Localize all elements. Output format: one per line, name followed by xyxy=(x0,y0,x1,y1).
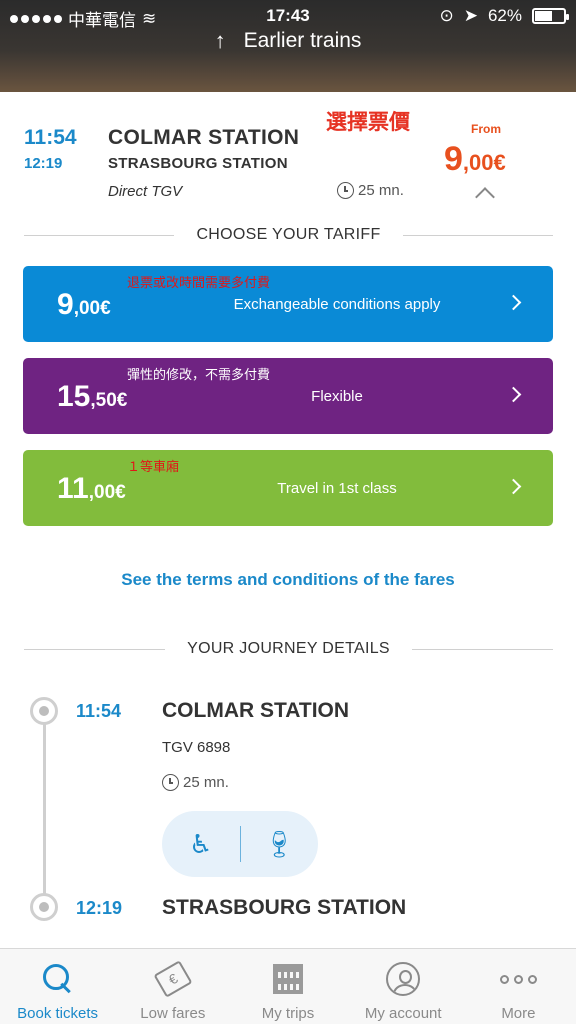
tab-book-tickets[interactable]: Book tickets xyxy=(0,949,115,1024)
arrival-time: 12:19 xyxy=(24,155,63,172)
clock-icon xyxy=(337,182,354,199)
tariff-description: Travel in 1st class xyxy=(277,480,397,497)
more-icon xyxy=(499,974,537,984)
timeline-line xyxy=(43,722,46,904)
earlier-trains-label: Earlier trains xyxy=(243,29,362,52)
journey-arrival-station: STRASBOURG STATION xyxy=(162,896,407,919)
wine-glass-icon: 🍷︎ xyxy=(262,828,296,859)
chevron-right-icon xyxy=(505,478,522,495)
tariff-price-dec: ,00€ xyxy=(88,482,126,503)
tariff-description: Flexible xyxy=(311,388,363,405)
tab-more[interactable]: More xyxy=(461,949,576,1024)
top-bar: 中華電信 ≋ 17:43 ⊙ ➤ 62% ↑ Earlier trains xyxy=(0,0,576,92)
tariff-price: 15,50€ xyxy=(57,380,127,414)
arrow-up-icon: ↑ xyxy=(214,28,226,53)
tariff-price: 11,00€ xyxy=(57,472,126,506)
duration-label: 25 mn. xyxy=(358,182,404,199)
lowest-price-dec: ,00€ xyxy=(462,150,506,175)
tab-label: My trips xyxy=(261,1005,315,1022)
location-icon: ➤ xyxy=(463,6,478,25)
tariff-price-int: 15 xyxy=(57,380,91,413)
service-type: Direct TGV xyxy=(108,183,183,200)
collapse-chevron-icon[interactable] xyxy=(475,187,495,207)
chevron-right-icon xyxy=(505,386,522,403)
tariff-price-dec: ,50€ xyxy=(90,390,128,411)
terms-link[interactable]: See the terms and conditions of the fare… xyxy=(0,570,576,590)
status-bar: 中華電信 ≋ 17:43 ⊙ ➤ 62% xyxy=(0,6,576,30)
train-number: TGV 6898 xyxy=(162,739,231,756)
journey-section-title: YOUR JOURNEY DETAILS xyxy=(187,640,390,657)
tariff-price: 9,00€ xyxy=(57,288,111,322)
tariff-section-header: CHOOSE YOUR TARIFF xyxy=(24,226,553,244)
journey-summary[interactable]: 11:54 12:19 COLMAR STATION STRASBOURG ST… xyxy=(0,92,576,222)
tab-bar: Book tickets € Low fares My trips My acc… xyxy=(0,948,576,1024)
battery-percent: 62% xyxy=(487,6,522,25)
price-tag-icon: € xyxy=(153,960,193,998)
from-label: From xyxy=(471,122,501,136)
journey-section-header: YOUR JOURNEY DETAILS xyxy=(24,640,553,658)
tariff-option-first-class[interactable]: １等車廂 11,00€ Travel in 1st class xyxy=(23,450,553,526)
earlier-trains-button[interactable]: ↑ Earlier trains xyxy=(0,26,576,56)
origin-station: COLMAR STATION xyxy=(108,126,300,149)
tariff-option-exchangeable[interactable]: 退票或改時間需要多付費 9,00€ Exchangeable condition… xyxy=(23,266,553,342)
tariff-note: 彈性的修改，不需多付費 xyxy=(127,367,271,382)
tariff-option-flexible[interactable]: 彈性的修改，不需多付費 15,50€ Flexible xyxy=(23,358,553,434)
tab-my-account[interactable]: My account xyxy=(346,949,461,1024)
lowest-price: 9,00€ xyxy=(444,140,506,179)
chevron-right-icon xyxy=(505,294,522,311)
search-icon xyxy=(42,964,73,994)
tab-my-trips[interactable]: My trips xyxy=(230,949,345,1024)
journey-duration-label: 25 mn. xyxy=(183,774,229,791)
amenities-pill[interactable]: ♿ 🍷︎ xyxy=(162,811,318,877)
battery-icon xyxy=(532,8,569,24)
lowest-price-int: 9 xyxy=(444,140,463,178)
timeline-node-departure xyxy=(30,697,58,725)
timeline-node-arrival xyxy=(30,893,58,921)
amenities-divider xyxy=(239,826,241,862)
clock-icon xyxy=(162,774,179,791)
qr-code-icon xyxy=(273,964,303,994)
tariff-note: 退票或改時間需要多付費 xyxy=(127,275,271,290)
tab-label: My account xyxy=(364,1005,442,1022)
destination-station: STRASBOURG STATION xyxy=(108,155,288,172)
tariff-section-title: CHOOSE YOUR TARIFF xyxy=(196,226,381,243)
tariff-price-dec: ,00€ xyxy=(73,298,111,319)
journey-arrival-time: 12:19 xyxy=(76,898,123,918)
wheelchair-icon: ♿ xyxy=(189,828,213,859)
tariff-note: １等車廂 xyxy=(127,459,180,474)
departure-time: 11:54 xyxy=(24,126,77,149)
journey-duration: 25 mn. xyxy=(162,774,229,791)
tab-label: More xyxy=(501,1005,536,1022)
tariff-price-int: 9 xyxy=(57,288,74,321)
duration: 25 mn. xyxy=(337,182,404,199)
tariff-description: Exchangeable conditions apply xyxy=(233,296,441,313)
journey-departure-time: 11:54 xyxy=(76,701,122,721)
rotation-lock-icon: ⊙ xyxy=(439,6,454,25)
annotation-choose-fare: 選擇票價 xyxy=(326,111,410,134)
user-icon xyxy=(386,962,421,996)
tab-label: Book tickets xyxy=(17,1005,99,1022)
tab-label: Low fares xyxy=(140,1005,206,1022)
tab-low-fares[interactable]: € Low fares xyxy=(115,949,230,1024)
journey-departure-station: COLMAR STATION xyxy=(162,699,350,722)
tariff-price-int: 11 xyxy=(57,472,89,505)
